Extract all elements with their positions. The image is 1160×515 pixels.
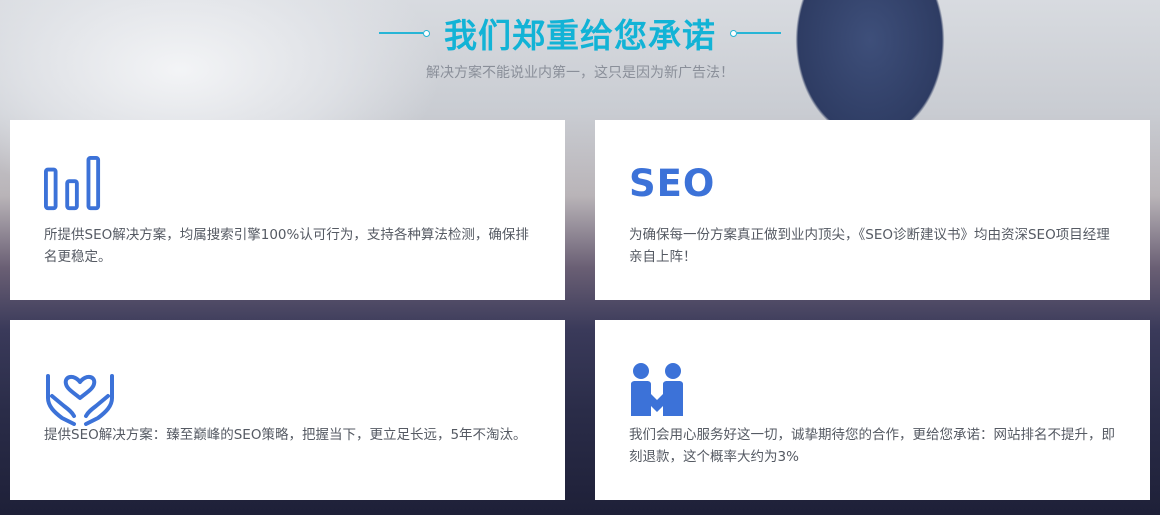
card-description: 所提供SEO解决方案，均属搜索引擎100%认可行为，支持各种算法检测，确保排名更…	[44, 227, 529, 265]
caring-hands-heart-icon	[46, 374, 114, 426]
card-description: 我们会用心服务好这一切，诚挚期待您的合作，更给您承诺：网站排名不提升，即刻退款，…	[629, 427, 1115, 465]
bar-chart-icon	[44, 156, 101, 211]
card-description: 为确保每一份方案真正做到业内顶尖，《SEO诊断建议书》均由资深SEO项目经理亲自…	[629, 227, 1110, 265]
section-subtitle: 解决方案不能说业内第一，这只是因为新广告法！	[426, 65, 734, 81]
seo-icon: SEO	[629, 162, 716, 205]
card-description: 提供SEO解决方案：臻至巅峰的SEO策略，把握当下，更立足长远，5年不淘汰。	[44, 427, 527, 443]
section-header: 我们郑重给您承诺 解决方案不能说业内第一，这只是因为新广告法！	[0, 8, 1160, 82]
promise-card-strategy: 提供SEO解决方案：臻至巅峰的SEO策略，把握当下，更立足长远，5年不淘汰。	[10, 320, 565, 500]
promise-card-algorithm: 所提供SEO解决方案，均属搜索引擎100%认可行为，支持各种算法检测，确保排名更…	[10, 120, 565, 300]
handshake-people-icon	[631, 363, 683, 416]
section-title: 我们郑重给您承诺	[444, 16, 716, 55]
promise-card-refund: 我们会用心服务好这一切，诚挚期待您的合作，更给您承诺：网站排名不提升，即刻退款，…	[595, 320, 1150, 500]
title-deco-right	[730, 29, 781, 37]
title-row: 我们郑重给您承诺	[0, 8, 1160, 58]
title-deco-left	[379, 29, 430, 37]
promise-card-expert: SEO 为确保每一份方案真正做到业内顶尖，《SEO诊断建议书》均由资深SEO项目…	[595, 120, 1150, 300]
